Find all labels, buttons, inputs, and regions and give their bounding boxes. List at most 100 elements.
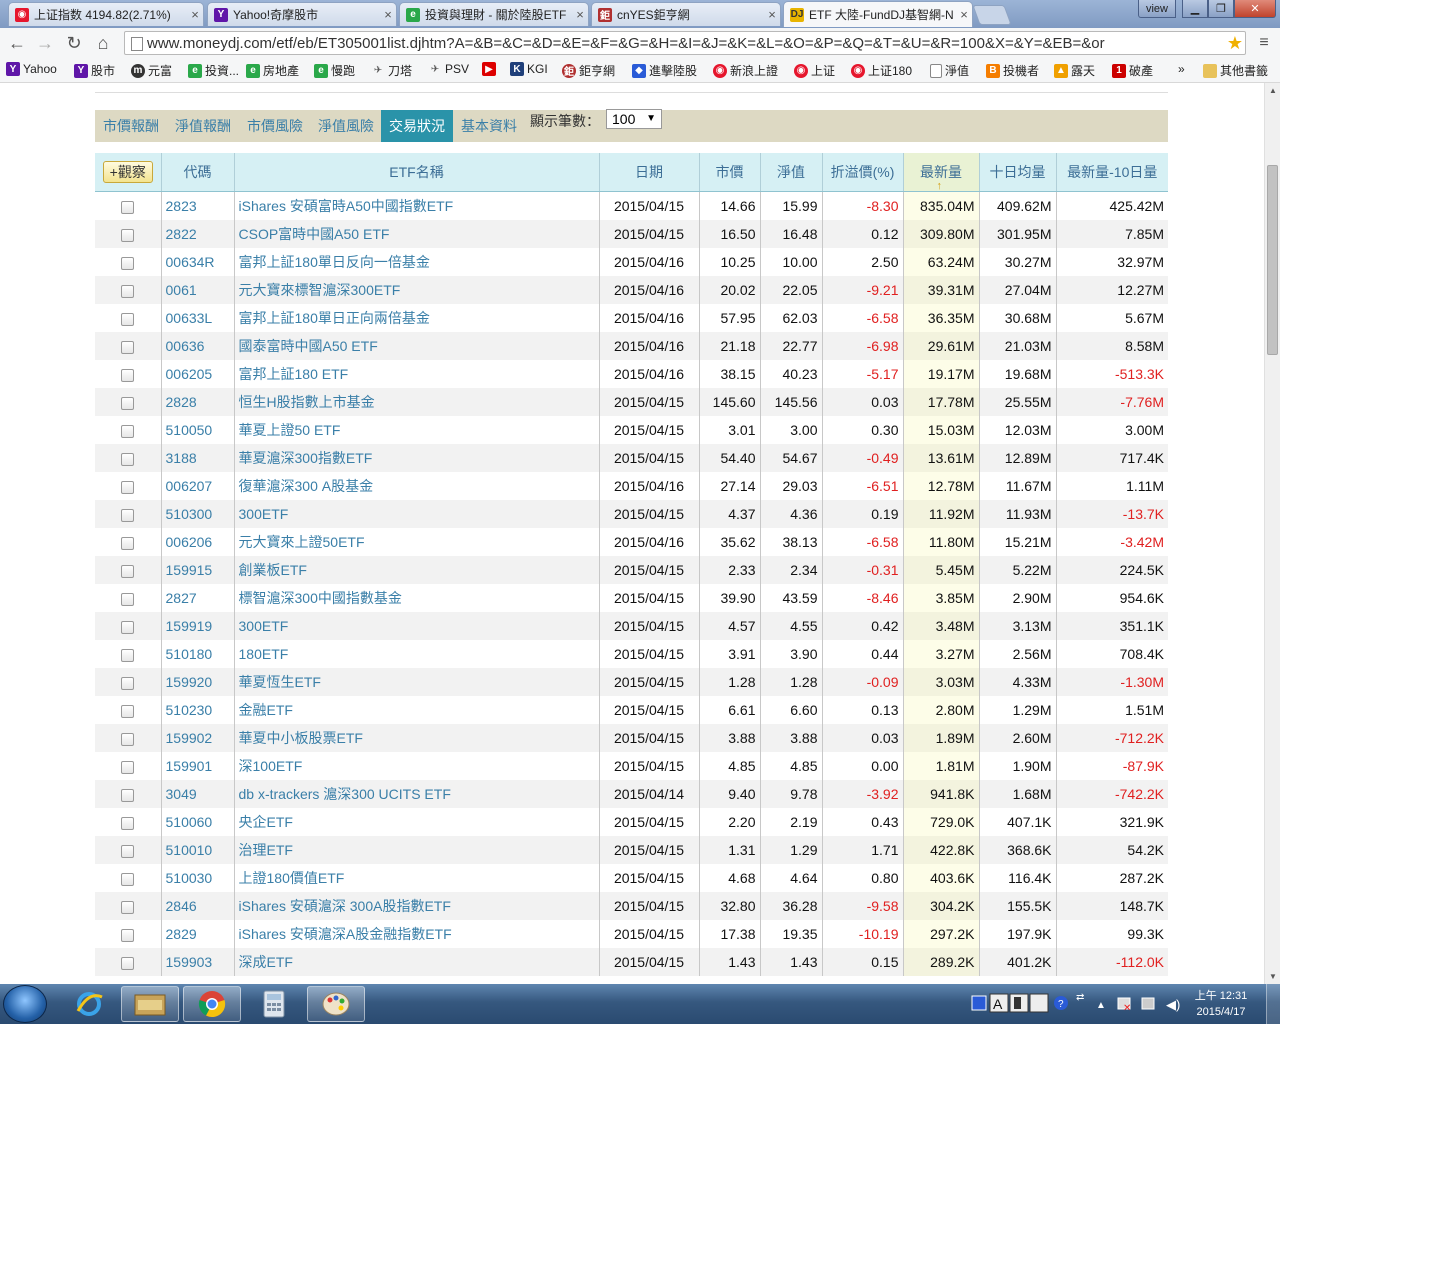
etf-name[interactable]: db x-trackers 滬深300 UCITS ETF xyxy=(233,780,599,808)
etf-name[interactable]: 深100ETF xyxy=(233,752,599,780)
bookmark-item[interactable]: ✈ 刀塔 xyxy=(371,62,412,79)
column-header[interactable]: 代碼 xyxy=(160,153,234,192)
vertical-scrollbar[interactable]: ▲ ▼ xyxy=(1264,83,1280,984)
etf-code[interactable]: 00636 xyxy=(160,332,234,360)
start-button[interactable] xyxy=(3,985,47,1023)
close-tab-icon[interactable]: × xyxy=(572,7,588,22)
etf-code[interactable]: 2822 xyxy=(160,220,234,248)
etf-code[interactable]: 510010 xyxy=(160,836,234,864)
forward-icon[interactable]: → xyxy=(34,32,56,54)
etf-code[interactable]: 159902 xyxy=(160,724,234,752)
row-checkbox[interactable] xyxy=(121,284,135,298)
column-header-sorted[interactable]: 最新量 ↑ xyxy=(902,153,979,192)
etf-code[interactable]: 159920 xyxy=(160,668,234,696)
bookmark-item[interactable]: 1 破產 xyxy=(1112,62,1153,79)
etf-code[interactable]: 159903 xyxy=(160,948,234,976)
bookmark-item[interactable]: e 投資... xyxy=(188,62,239,79)
etf-code[interactable]: 510060 xyxy=(160,808,234,836)
etf-name[interactable]: 元大寶來上證50ETF xyxy=(233,528,599,556)
column-header[interactable]: 十日均量 xyxy=(978,153,1056,192)
close-tab-icon[interactable]: × xyxy=(380,7,396,22)
row-checkbox[interactable] xyxy=(121,732,135,746)
etf-code[interactable]: 006207 xyxy=(160,472,234,500)
etf-name[interactable]: 元大寶來標智滬深300ETF xyxy=(233,276,599,304)
etf-code[interactable]: 006205 xyxy=(160,360,234,388)
bookmark-item[interactable]: ◉ 新浪上證 xyxy=(713,62,778,79)
etf-name[interactable]: 上證180價值ETF xyxy=(233,864,599,892)
bookmark-item[interactable]: 淨值 xyxy=(930,62,969,79)
etf-code[interactable]: 2828 xyxy=(160,388,234,416)
etf-name[interactable]: 富邦上証180單日反向一倍基金 xyxy=(233,248,599,276)
file-explorer-icon[interactable] xyxy=(121,986,179,1022)
etf-name[interactable]: 恒生H股指數上市基金 xyxy=(233,388,599,416)
bookmark-star-icon[interactable]: ★ xyxy=(1227,33,1243,54)
etf-code[interactable]: 2827 xyxy=(160,584,234,612)
etf-name[interactable]: iShares 安碩富時A50中國指數ETF xyxy=(233,191,599,220)
bookmark-item[interactable]: m 元富 xyxy=(131,62,172,79)
browser-tab-3[interactable]: 鉅 cnYES鉅亨網 × xyxy=(591,2,781,26)
column-header[interactable]: 日期 xyxy=(598,153,699,192)
row-checkbox[interactable] xyxy=(121,760,135,774)
etf-name[interactable]: iShares 安碩滬深A股金融指數ETF xyxy=(233,920,599,948)
row-checkbox[interactable] xyxy=(121,676,135,690)
column-header[interactable]: 淨值 xyxy=(759,153,822,192)
etf-name[interactable]: 央企ETF xyxy=(233,808,599,836)
bookmark-item[interactable]: e 慢跑 xyxy=(314,62,355,79)
etf-name[interactable]: 300ETF xyxy=(233,500,599,528)
row-checkbox[interactable] xyxy=(121,480,135,494)
etf-name[interactable]: 國泰富時中國A50 ETF xyxy=(233,332,599,360)
address-bar[interactable]: www.moneydj.com/etf/eb/ET305001list.djht… xyxy=(124,31,1246,55)
tab-nav-return[interactable]: 淨值報酬 xyxy=(167,110,239,142)
etf-name[interactable]: 華夏恆生ETF xyxy=(233,668,599,696)
row-checkbox[interactable] xyxy=(121,452,135,466)
row-checkbox[interactable] xyxy=(121,816,135,830)
row-checkbox[interactable] xyxy=(121,256,135,270)
reload-icon[interactable]: ↻ xyxy=(63,32,85,54)
etf-code[interactable]: 510050 xyxy=(160,416,234,444)
row-checkbox[interactable] xyxy=(121,368,135,382)
other-bookmarks-folder[interactable]: 其他書籤 xyxy=(1203,62,1268,79)
restore-icon[interactable]: ❐ xyxy=(1208,0,1234,18)
bookmark-item[interactable]: ▲ 露天 xyxy=(1054,62,1095,79)
browser-tab-2[interactable]: e 投資與理財 - 關於陸股ETF × xyxy=(399,2,589,26)
etf-code[interactable]: 3049 xyxy=(160,780,234,808)
row-checkbox[interactable] xyxy=(121,396,135,410)
row-checkbox[interactable] xyxy=(121,564,135,578)
column-header[interactable]: 最新量-10日量 xyxy=(1055,153,1168,192)
close-window-icon[interactable]: ✕ xyxy=(1234,0,1276,18)
etf-code[interactable]: 0061 xyxy=(160,276,234,304)
row-checkbox[interactable] xyxy=(121,200,135,214)
etf-code[interactable]: 159919 xyxy=(160,612,234,640)
column-header[interactable]: 市價 xyxy=(698,153,760,192)
browser-tab-4[interactable]: DJ ETF 大陸-FundDJ基智網-N × xyxy=(783,1,973,27)
row-checkbox[interactable] xyxy=(121,228,135,242)
menu-icon[interactable]: ≡ xyxy=(1256,34,1272,52)
bookmark-item[interactable]: ◉ 上证180 xyxy=(851,62,912,79)
tab-trading-status[interactable]: 交易狀況 xyxy=(381,110,453,142)
etf-name[interactable]: 創業板ETF xyxy=(233,556,599,584)
back-icon[interactable]: ← xyxy=(6,32,28,54)
bookmarks-overflow-button[interactable]: » xyxy=(1178,62,1185,76)
row-checkbox[interactable] xyxy=(121,928,135,942)
etf-name[interactable]: CSOP富時中國A50 ETF xyxy=(233,220,599,248)
row-checkbox[interactable] xyxy=(121,648,135,662)
etf-code[interactable]: 159915 xyxy=(160,556,234,584)
scroll-down-arrow-icon[interactable]: ▼ xyxy=(1265,972,1280,981)
etf-code[interactable]: 510030 xyxy=(160,864,234,892)
etf-name[interactable]: iShares 安碩滬深 300A股指數ETF xyxy=(233,892,599,920)
etf-name[interactable]: 華夏上證50 ETF xyxy=(233,416,599,444)
etf-name[interactable]: 標智滬深300中國指數基金 xyxy=(233,584,599,612)
bookmark-item[interactable]: K KGI xyxy=(510,62,548,76)
system-clock[interactable]: 上午 12:31 2015/4/17 xyxy=(1190,988,1252,1020)
etf-name[interactable]: 華夏中小板股票ETF xyxy=(233,724,599,752)
row-checkbox[interactable] xyxy=(121,620,135,634)
close-tab-icon[interactable]: × xyxy=(764,7,780,22)
row-checkbox[interactable] xyxy=(121,788,135,802)
column-header[interactable]: ETF名稱 xyxy=(233,153,599,192)
row-checkbox[interactable] xyxy=(121,844,135,858)
tab-market-return[interactable]: 市價報酬 xyxy=(95,110,167,142)
browser-tab-0[interactable]: ◉ 上证指数 4194.82(2.71%) × xyxy=(8,2,204,26)
bookmark-item[interactable]: e 房地產 xyxy=(246,62,299,79)
show-desktop-button[interactable] xyxy=(1266,984,1280,1024)
tab-basic-info[interactable]: 基本資料 xyxy=(453,110,525,142)
